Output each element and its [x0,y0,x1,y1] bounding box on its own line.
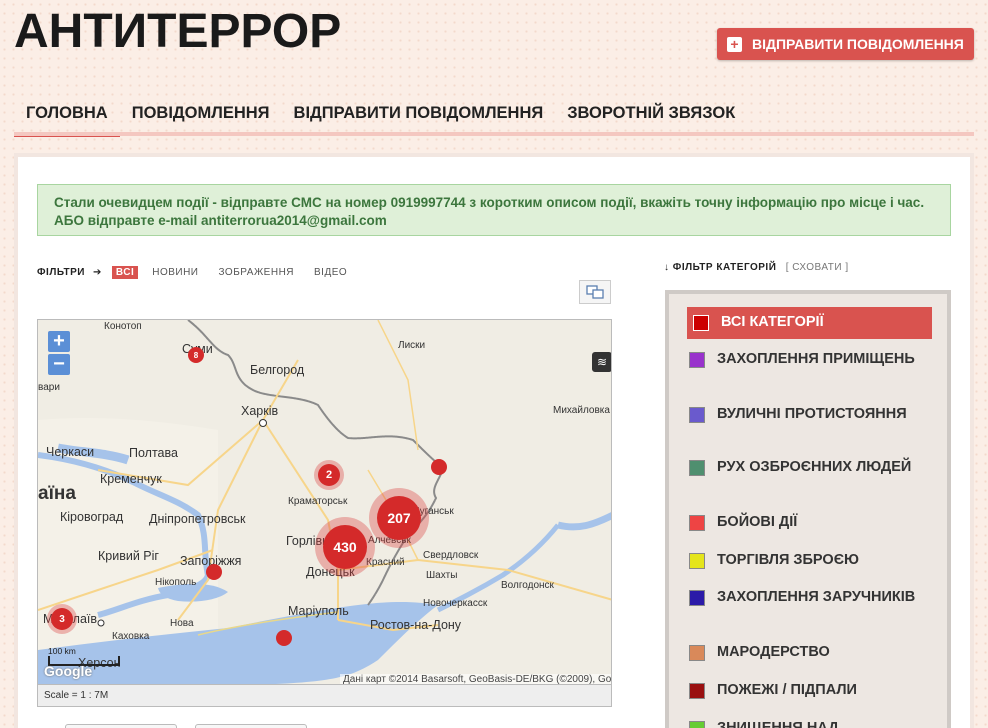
category-color-swatch [689,590,705,606]
map-cluster[interactable]: 430 [315,517,375,577]
city-label: Волгодонск [501,580,554,591]
category-destruction[interactable]: ЗНИЩЕННЯ НАД [689,720,934,728]
category-arms-trade[interactable]: ТОРГІВЛЯ ЗБРОЄЮ [689,552,934,569]
map-cluster[interactable]: 3 [47,604,77,634]
city-label: Черкаси [46,445,95,459]
category-color-swatch [689,721,705,728]
city-label: Свердловск [423,550,479,561]
category-all[interactable]: ВСІ КАТЕГОРІЇ [687,307,932,339]
zoom-out-button[interactable]: − [48,354,70,375]
city-label: Кривий Ріг [98,549,159,563]
category-color-swatch [693,315,709,331]
map-attribution[interactable]: Дані карт ©2014 Basarsoft, GeoBasis-DE/B… [340,674,611,684]
category-label: МАРОДЕРСТВО [717,644,830,660]
filters-label: ФІЛЬТРИ [37,267,85,278]
map-control-button[interactable] [65,724,177,728]
city-label: Лиски [398,340,426,351]
incident-map[interactable]: Конотоп Суми Белгород Лиски Харків Черка… [37,319,612,685]
category-label: ПОЖЕЖІ / ПІДПАЛИ [717,682,857,698]
category-color-swatch [689,352,705,368]
map-cluster[interactable]: 2 [314,460,344,490]
category-color-swatch [689,553,705,569]
city-label: Маріуполь [288,604,349,618]
city-label: Шахты [426,570,458,581]
category-label: ЗНИЩЕННЯ НАД [717,720,839,728]
category-label: ЗАХОПЛЕННЯ ЗАРУЧНИКІВ [717,589,916,605]
scale-label: Scale = 1 : 7M [44,690,109,701]
category-color-swatch [689,407,705,423]
category-color-swatch [689,460,705,476]
category-looting[interactable]: МАРОДЕРСТВО [689,644,934,661]
google-logo: Google [44,663,93,679]
city-label: Конотоп [104,321,142,332]
filter-tab-news[interactable]: НОВИНИ [152,267,198,278]
filter-tab-video[interactable]: ВІДЕО [314,267,347,278]
scale-text: 100 km [48,646,76,656]
info-alert: Стали очевидцем події - відправте СМС на… [37,184,951,236]
category-label: РУХ ОЗБРОЄННИХ ЛЮДЕЙ [717,459,912,475]
city-label: Каховка [112,631,150,642]
map-marker[interactable]: 8 [188,347,204,363]
city-label: Харків [241,404,279,418]
plus-icon: + [727,36,742,52]
map-marker[interactable] [206,564,222,580]
hide-categories-link[interactable]: [ СХОВАТИ ] [786,262,849,273]
arrow-right-icon: ➔ [92,267,102,278]
category-panel: ВСІ КАТЕГОРІЇ ЗАХОПЛЕННЯ ПРИМІЩЕНЬ ВУЛИЧ… [665,290,951,728]
windows-icon [586,285,604,299]
send-message-button[interactable]: + ВІДПРАВИТИ ПОВІДОМЛЕННЯ [717,28,974,60]
city-label: Нікополь [155,577,197,588]
site-title: АНТИТЕРРОР [14,5,342,58]
filters-bar: ФІЛЬТРИ ➔ ВСІ НОВИНИ ЗОБРАЖЕННЯ ВІДЕО [37,266,367,279]
cluster-count: 2 [318,464,340,486]
category-street-clashes[interactable]: ВУЛИЧНІ ПРОТИСТОЯННЯ [689,406,934,423]
city-label: Краматорськ [288,496,348,507]
category-label: ЗАХОПЛЕННЯ ПРИМІЩЕНЬ [717,351,915,367]
send-message-label: ВІДПРАВИТИ ПОВІДОМЛЕННЯ [752,36,964,52]
category-arson[interactable]: ПОЖЕЖІ / ПІДПАЛИ [689,682,934,699]
city-label: Нова [170,618,194,629]
filter-tab-images[interactable]: ЗОБРАЖЕННЯ [219,267,295,278]
nav-underline [14,132,974,136]
city-label: вари [38,382,60,393]
city-label: Белгород [250,363,305,377]
filter-tab-all[interactable]: ВСІ [111,266,139,279]
city-label: Ростов-на-Дону [370,618,462,632]
category-armed-movement[interactable]: РУХ ОЗБРОЄННИХ ЛЮДЕЙ [689,459,934,476]
category-label: БОЙОВІ ДІЇ [717,514,798,530]
map-cluster[interactable]: 207 [369,488,429,548]
city-label: Михайловка [553,405,610,416]
city-label: аїна [38,483,76,504]
city-label: Новочеркасск [423,598,488,609]
category-filter-title: ФІЛЬТР КАТЕГОРІЙ [672,262,777,273]
cluster-count: 430 [323,525,367,569]
category-label: ВУЛИЧНІ ПРОТИСТОЯННЯ [717,406,907,422]
cluster-count: 207 [377,496,421,540]
category-color-swatch [689,645,705,661]
zoom-controls: + − [48,331,70,377]
category-building-seizure[interactable]: ЗАХОПЛЕННЯ ПРИМІЩЕНЬ [689,351,934,368]
category-color-swatch [689,683,705,699]
map-control-button[interactable] [195,724,307,728]
map-marker[interactable] [431,459,447,475]
category-color-swatch [689,515,705,531]
map-fullscreen-button[interactable] [579,280,611,304]
layers-icon[interactable]: ≋ [592,352,611,372]
arrow-down-icon: ↓ [664,262,670,273]
zoom-in-button[interactable]: + [48,331,70,352]
category-label: ВСІ КАТЕГОРІЇ [721,314,824,330]
category-label: ТОРГІВЛЯ ЗБРОЄЮ [717,552,859,568]
category-hostages[interactable]: ЗАХОПЛЕННЯ ЗАРУЧНИКІВ [689,589,934,606]
city-label: Полтава [129,446,178,460]
cluster-count: 3 [51,608,73,630]
category-combat[interactable]: БОЙОВІ ДІЇ [689,514,934,531]
city-label: Дніпропетровськ [149,512,246,526]
category-filter-header: ↓ ФІЛЬТР КАТЕГОРІЙ [ СХОВАТИ ] [664,262,849,273]
city-label: Кременчук [100,472,162,486]
map-scale-strip: Scale = 1 : 7M [37,685,612,707]
city-label: Кіровоград [60,510,124,524]
map-marker[interactable] [276,630,292,646]
